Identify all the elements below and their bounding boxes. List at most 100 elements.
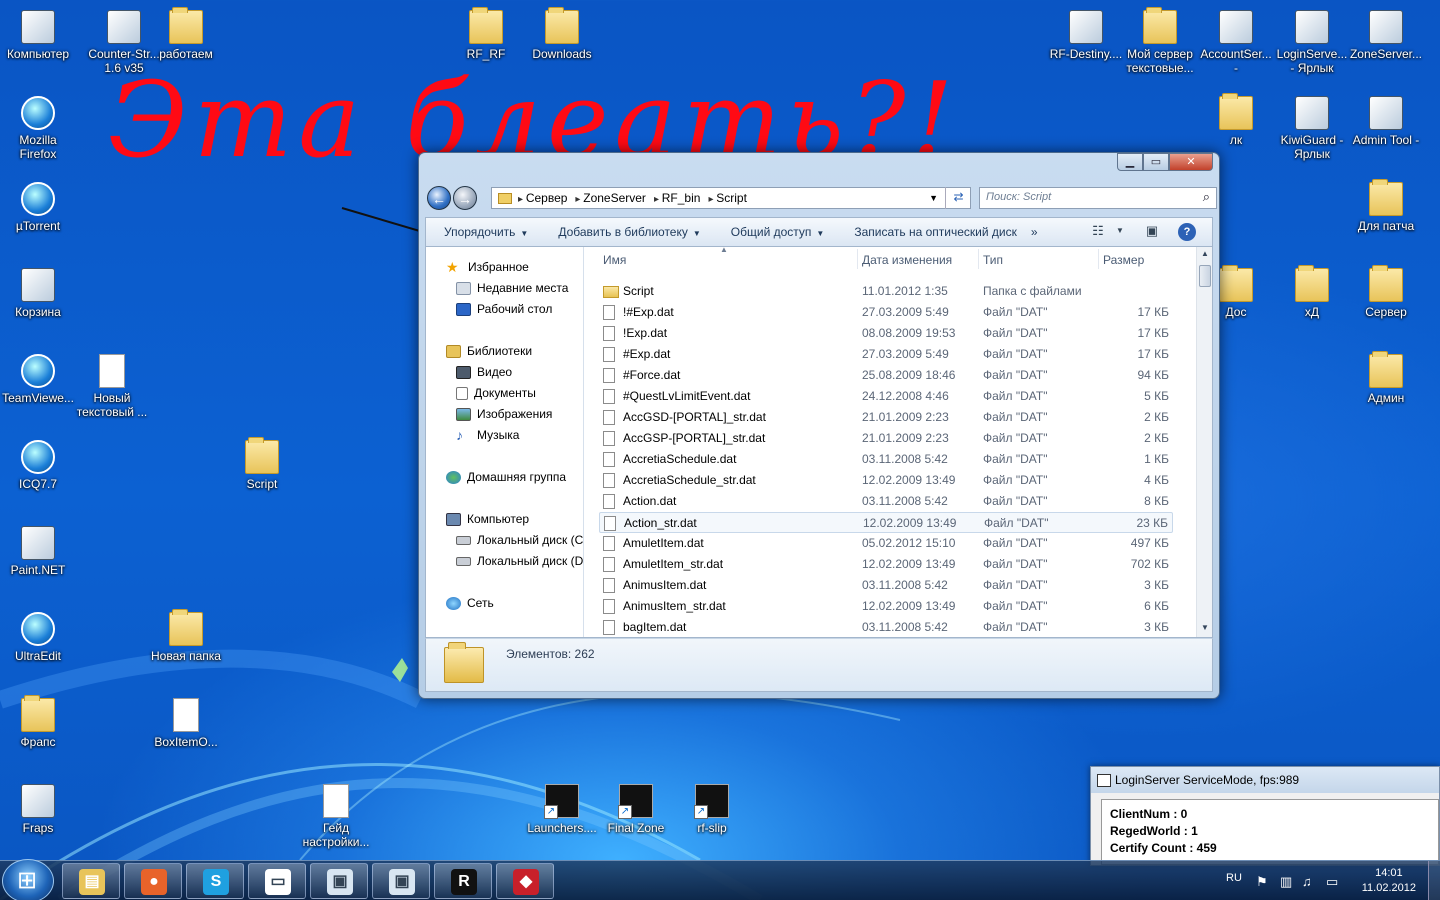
- table-row[interactable]: !#Exp.dat 27.03.2009 5:49 Файл "DAT" 17 КБ: [599, 302, 1173, 323]
- desktop-icon-item[interactable]: хД: [1274, 262, 1350, 319]
- table-row[interactable]: #QuestLvLimitEvent.dat 24.12.2008 4:46 Фай…: [599, 386, 1173, 407]
- breadcrumb-segment[interactable]: ZoneServer: [575, 191, 646, 205]
- address-dropdown-icon[interactable]: ▼: [929, 193, 938, 203]
- refresh-icon[interactable]: ⇄: [945, 187, 971, 209]
- desktop-icon-item[interactable]: Админ: [1348, 348, 1424, 405]
- desktop-icon-item[interactable]: AccountSer... -: [1198, 4, 1274, 75]
- desktop-icon-item[interactable]: rf-slip: [674, 778, 750, 835]
- table-row[interactable]: #Force.dat 25.08.2009 18:46 Файл "DAT" 94 К…: [599, 365, 1173, 386]
- desktop-icon-item[interactable]: Мой сервер текстовые...: [1122, 4, 1198, 75]
- desktop-icon-item[interactable]: UltraEdit: [0, 606, 76, 663]
- column-name[interactable]: Имя: [603, 253, 626, 267]
- taskbar-skype-button[interactable]: S: [186, 863, 244, 899]
- share-button[interactable]: Общий доступ ▼: [731, 225, 825, 239]
- taskbar-rf-game-button[interactable]: R: [434, 863, 492, 899]
- desktop-icon-item[interactable]: Fraps: [0, 778, 76, 835]
- desktop-icon-item[interactable]: RF-Destiny....: [1048, 4, 1124, 61]
- desktop-icon-item[interactable]: Для патча: [1348, 176, 1424, 233]
- breadcrumb-segment[interactable]: Script: [708, 191, 747, 205]
- table-row[interactable]: AccGSP-[PORTAL]_str.dat 21.01.2009 2:23 Фа…: [599, 428, 1173, 449]
- minimize-button[interactable]: ▁: [1117, 153, 1143, 171]
- desktop-icon-item[interactable]: Новый текстовый ...: [74, 348, 150, 419]
- table-row[interactable]: AnimusItem_str.dat 12.02.2009 13:49 Файл "…: [599, 596, 1173, 617]
- table-row[interactable]: AccretiaSchedule_str.dat 12.02.2009 13:49…: [599, 470, 1173, 491]
- nav-disk-d[interactable]: Локальный диск (D: [456, 554, 583, 568]
- desktop-icon-item[interactable]: Final Zone: [598, 778, 674, 835]
- view-dropdown-icon[interactable]: ▼: [1110, 226, 1130, 244]
- power-icon[interactable]: ▭: [1326, 874, 1338, 890]
- nav-documents[interactable]: Документы: [456, 386, 536, 400]
- nav-favorites[interactable]: ★ Избранное: [446, 260, 529, 275]
- table-row[interactable]: #Exp.dat 27.03.2009 5:49 Файл "DAT" 17 КБ: [599, 344, 1173, 365]
- desktop-icon-item[interactable]: Фрапс: [0, 692, 76, 749]
- taskbar-window-button[interactable]: ▣: [372, 863, 430, 899]
- taskbar-folder-button[interactable]: ▭: [248, 863, 306, 899]
- view-options-icon[interactable]: ☷: [1088, 223, 1108, 241]
- start-button[interactable]: [2, 859, 54, 900]
- network-icon[interactable]: ▥: [1280, 874, 1292, 890]
- table-row[interactable]: Script 11.01.2012 1:35 Папка с файлами: [599, 281, 1173, 302]
- desktop-icon-item[interactable]: Admin Tool -: [1348, 90, 1424, 147]
- taskbar-kiwiguard-button[interactable]: ◆: [496, 863, 554, 899]
- volume-icon[interactable]: ♫: [1302, 874, 1312, 889]
- desktop-icon-item[interactable]: Компьютер: [0, 4, 76, 61]
- taskbar-window-button[interactable]: ▣: [310, 863, 368, 899]
- nav-music[interactable]: ♪ Музыка: [456, 428, 519, 443]
- more-commands-button[interactable]: »: [1031, 225, 1038, 239]
- taskbar-firefox-button[interactable]: ●: [124, 863, 182, 899]
- desktop-icon-item[interactable]: Script: [224, 434, 300, 491]
- column-size[interactable]: Размер: [1103, 253, 1144, 267]
- table-row[interactable]: AmuletItem.dat 05.02.2012 15:10 Файл "DAT"…: [599, 533, 1173, 554]
- nav-recent[interactable]: Недавние места: [456, 281, 568, 295]
- burn-button[interactable]: Записать на оптический диск: [854, 225, 1017, 239]
- show-desktop-button[interactable]: [1428, 861, 1440, 900]
- desktop-icon-item[interactable]: KiwiGuard - Ярлык: [1274, 90, 1350, 161]
- scroll-thumb[interactable]: [1199, 265, 1211, 287]
- desktop-icon-item[interactable]: Paint.NET: [0, 520, 76, 577]
- close-button[interactable]: ✕: [1169, 153, 1213, 171]
- nav-video[interactable]: Видео: [456, 365, 512, 379]
- nav-network[interactable]: Сеть: [446, 596, 494, 610]
- desktop-icon-item[interactable]: Гейд настройки...: [298, 778, 374, 849]
- column-type[interactable]: Тип: [983, 253, 1003, 267]
- flag-icon[interactable]: ⚑: [1256, 874, 1268, 890]
- table-row[interactable]: bagItem.dat 03.11.2008 5:42 Файл "DAT" 3 КБ: [599, 617, 1173, 637]
- nav-disk-c[interactable]: Локальный диск (C: [456, 533, 583, 547]
- table-row[interactable]: AccGSD-[PORTAL]_str.dat 21.01.2009 2:23 Фа…: [599, 407, 1173, 428]
- desktop-icon-item[interactable]: LoginServe... - Ярлык: [1274, 4, 1350, 75]
- nav-libraries[interactable]: Библиотеки: [446, 344, 532, 358]
- maximize-button[interactable]: ▭: [1143, 153, 1169, 171]
- desktop-icon-item[interactable]: Mozilla Firefox: [0, 90, 76, 161]
- nav-images[interactable]: Изображения: [456, 407, 552, 421]
- scroll-down-icon[interactable]: ▼: [1197, 623, 1213, 637]
- desktop-icon-item[interactable]: Корзина: [0, 262, 76, 319]
- language-indicator[interactable]: RU: [1226, 872, 1242, 884]
- back-button[interactable]: ←: [427, 186, 451, 210]
- login-server-window[interactable]: LoginServer ServiceMode, fps:989 ClientN…: [1090, 766, 1440, 866]
- scroll-up-icon[interactable]: ▲: [1197, 249, 1213, 263]
- forward-button[interactable]: →: [453, 186, 477, 210]
- help-icon[interactable]: ?: [1178, 223, 1196, 241]
- address-bar[interactable]: Сервер ZoneServer RF_bin Script ▼: [491, 187, 971, 209]
- desktop-icon-item[interactable]: ZoneServer...: [1348, 4, 1424, 61]
- explorer-window[interactable]: ▁ ▭ ✕ ← → Сервер ZoneServer RF_bin Script ▼…: [418, 152, 1220, 699]
- table-row[interactable]: Action.dat 03.11.2008 5:42 Файл "DAT" 8 КБ: [599, 491, 1173, 512]
- desktop-icon-item[interactable]: TeamViewe...: [0, 348, 76, 405]
- desktop-icon-item[interactable]: работаем: [148, 4, 224, 61]
- desktop-icon-item[interactable]: µTorrent: [0, 176, 76, 233]
- desktop-icon-item[interactable]: ICQ7.7: [0, 434, 76, 491]
- desktop-icon-item[interactable]: BoxItemO...: [148, 692, 224, 749]
- preview-pane-icon[interactable]: ▣: [1142, 223, 1162, 241]
- clock[interactable]: 14:01 11.02.2012: [1362, 866, 1416, 896]
- search-input[interactable]: Поиск: Script: [979, 187, 1217, 209]
- desktop-icon-item[interactable]: Новая папка: [148, 606, 224, 663]
- desktop-icon-item[interactable]: RF_RF: [448, 4, 524, 61]
- vertical-scrollbar[interactable]: ▲ ▼: [1196, 247, 1212, 637]
- breadcrumb-segment[interactable]: RF_bin: [654, 191, 701, 205]
- taskbar-explorer-button[interactable]: ▤: [62, 863, 120, 899]
- desktop-icon-item[interactable]: Downloads: [524, 4, 600, 61]
- desktop-icon-item[interactable]: Launchers....: [524, 778, 600, 835]
- desktop-icon-item[interactable]: Сервер: [1348, 262, 1424, 319]
- nav-homegroup[interactable]: Домашняя группа: [446, 470, 566, 484]
- organize-button[interactable]: Упорядочить ▼: [444, 225, 528, 239]
